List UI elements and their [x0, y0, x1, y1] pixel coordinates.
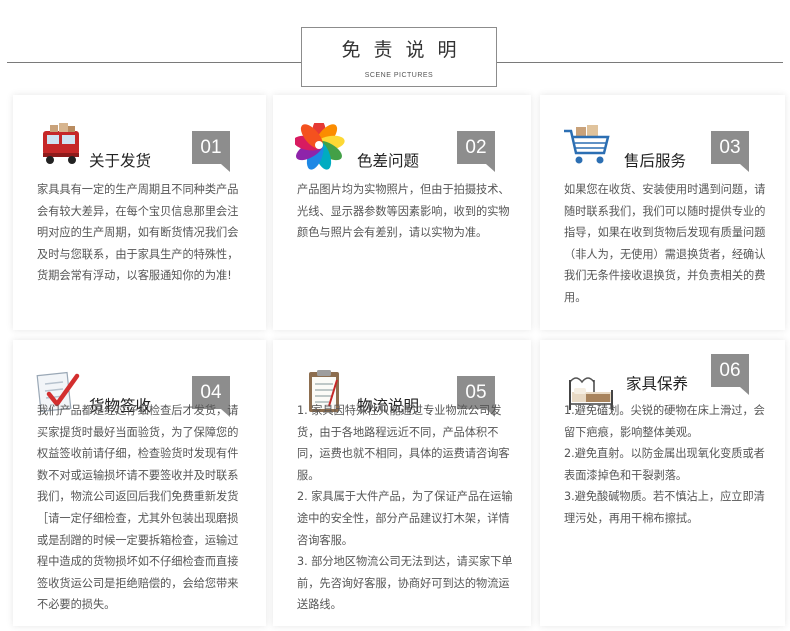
- card-logistics: 物流说明 05 1. 家具因特殊性只能通过专业物流公司发货，由于各地路程远近不同…: [273, 340, 531, 626]
- card-color-difference: 色差问题 02 产品图片均为实物照片，但由于拍摄技术、光线、显示器参数等因素影响…: [273, 95, 531, 330]
- card-title: 家具保养: [626, 375, 689, 393]
- card-paragraph: 2. 家具属于大件产品，为了保证产品在运输途中的安全性，部分产品建议打木架，详情…: [297, 490, 513, 547]
- card-paragraph: 家具具有一定的生产周期且不同种类产品会有较大差异，在每个宝贝信息那里会注明对应的…: [37, 183, 239, 283]
- shopping-cart-icon: [564, 125, 610, 164]
- card-body: 1. 家具因特殊性只能通过专业物流公司发货，由于各地路程远近不同，产品体积不同，…: [297, 400, 513, 616]
- card-number-badge: 01: [192, 131, 230, 172]
- card-number-badge: 03: [711, 131, 749, 172]
- card-body: 如果您在收货、安装使用时遇到问题，请随时联系我们，我们可以随时提供专业的指导，如…: [564, 179, 767, 309]
- page-subtitle: SCENE PICTURES: [364, 72, 434, 79]
- card-paragraph: 1. 家具因特殊性只能通过专业物流公司发货，由于各地路程远近不同，产品体积不同，…: [297, 404, 510, 482]
- page-title: 免责说明: [341, 39, 470, 61]
- card-after-sales: 售后服务 03 如果您在收货、安装使用时遇到问题，请随时联系我们，我们可以随时提…: [540, 95, 785, 330]
- card-title: 关于发货: [89, 152, 152, 170]
- card-paragraph: 3.避免酸碱物质。若不慎沾上，应立即清理污处，再用干棉布擦拭。: [564, 490, 765, 525]
- section-title-box: 免责说明 SCENE PICTURES: [301, 27, 497, 87]
- card-body: 1.避免磕划。尖锐的硬物在床上滑过，会留下疤痕，影响整体美观。 2.避免直射。以…: [564, 400, 767, 530]
- card-delivery: 关于发货 01 家具具有一定的生产周期且不同种类产品会有较大差异，在每个宝贝信息…: [13, 95, 266, 330]
- card-number-badge: 02: [457, 131, 495, 172]
- card-paragraph: 产品图片均为实物照片，但由于拍摄技术、光线、显示器参数等因素影响，收到的实物颜色…: [297, 183, 510, 240]
- card-paragraph: 3. 部分地区物流公司无法到达，请买家下单前，先咨询好客服，协商好可到达的物流运…: [297, 555, 513, 612]
- card-body: 产品图片均为实物照片，但由于拍摄技术、光线、显示器参数等因素影响，收到的实物颜色…: [297, 179, 513, 244]
- card-body: 我们产品都是经过仔细检查后才发货，请买家提货时最好当面验货，为了保障您的权益签收…: [37, 400, 248, 616]
- delivery-truck-icon: [43, 123, 79, 164]
- card-title: 色差问题: [357, 152, 420, 170]
- card-paragraph: 我们产品都是经过仔细检查后才发货，请买家提货时最好当面验货，为了保障您的权益签收…: [37, 404, 239, 612]
- card-paragraph: 如果您在收货、安装使用时遇到问题，请随时联系我们，我们可以随时提供专业的指导，如…: [564, 183, 766, 304]
- color-palette-icon: [295, 123, 345, 170]
- card-number-badge: 06: [711, 354, 749, 395]
- card-paragraph: 1.避免磕划。尖锐的硬物在床上滑过，会留下疤痕，影响整体美观。: [564, 404, 765, 439]
- card-title: 售后服务: [624, 152, 687, 170]
- card-furniture-care: 家具保养 06 1.避免磕划。尖锐的硬物在床上滑过，会留下疤痕，影响整体美观。 …: [540, 340, 785, 626]
- card-receipt: 货物签收 04 我们产品都是经过仔细检查后才发货，请买家提货时最好当面验货，为了…: [13, 340, 266, 626]
- card-paragraph: 2.避免直射。以防金属出现氧化变质或者表面漆掉色和干裂剥落。: [564, 447, 765, 482]
- card-body: 家具具有一定的生产周期且不同种类产品会有较大差异，在每个宝贝信息那里会注明对应的…: [37, 179, 248, 287]
